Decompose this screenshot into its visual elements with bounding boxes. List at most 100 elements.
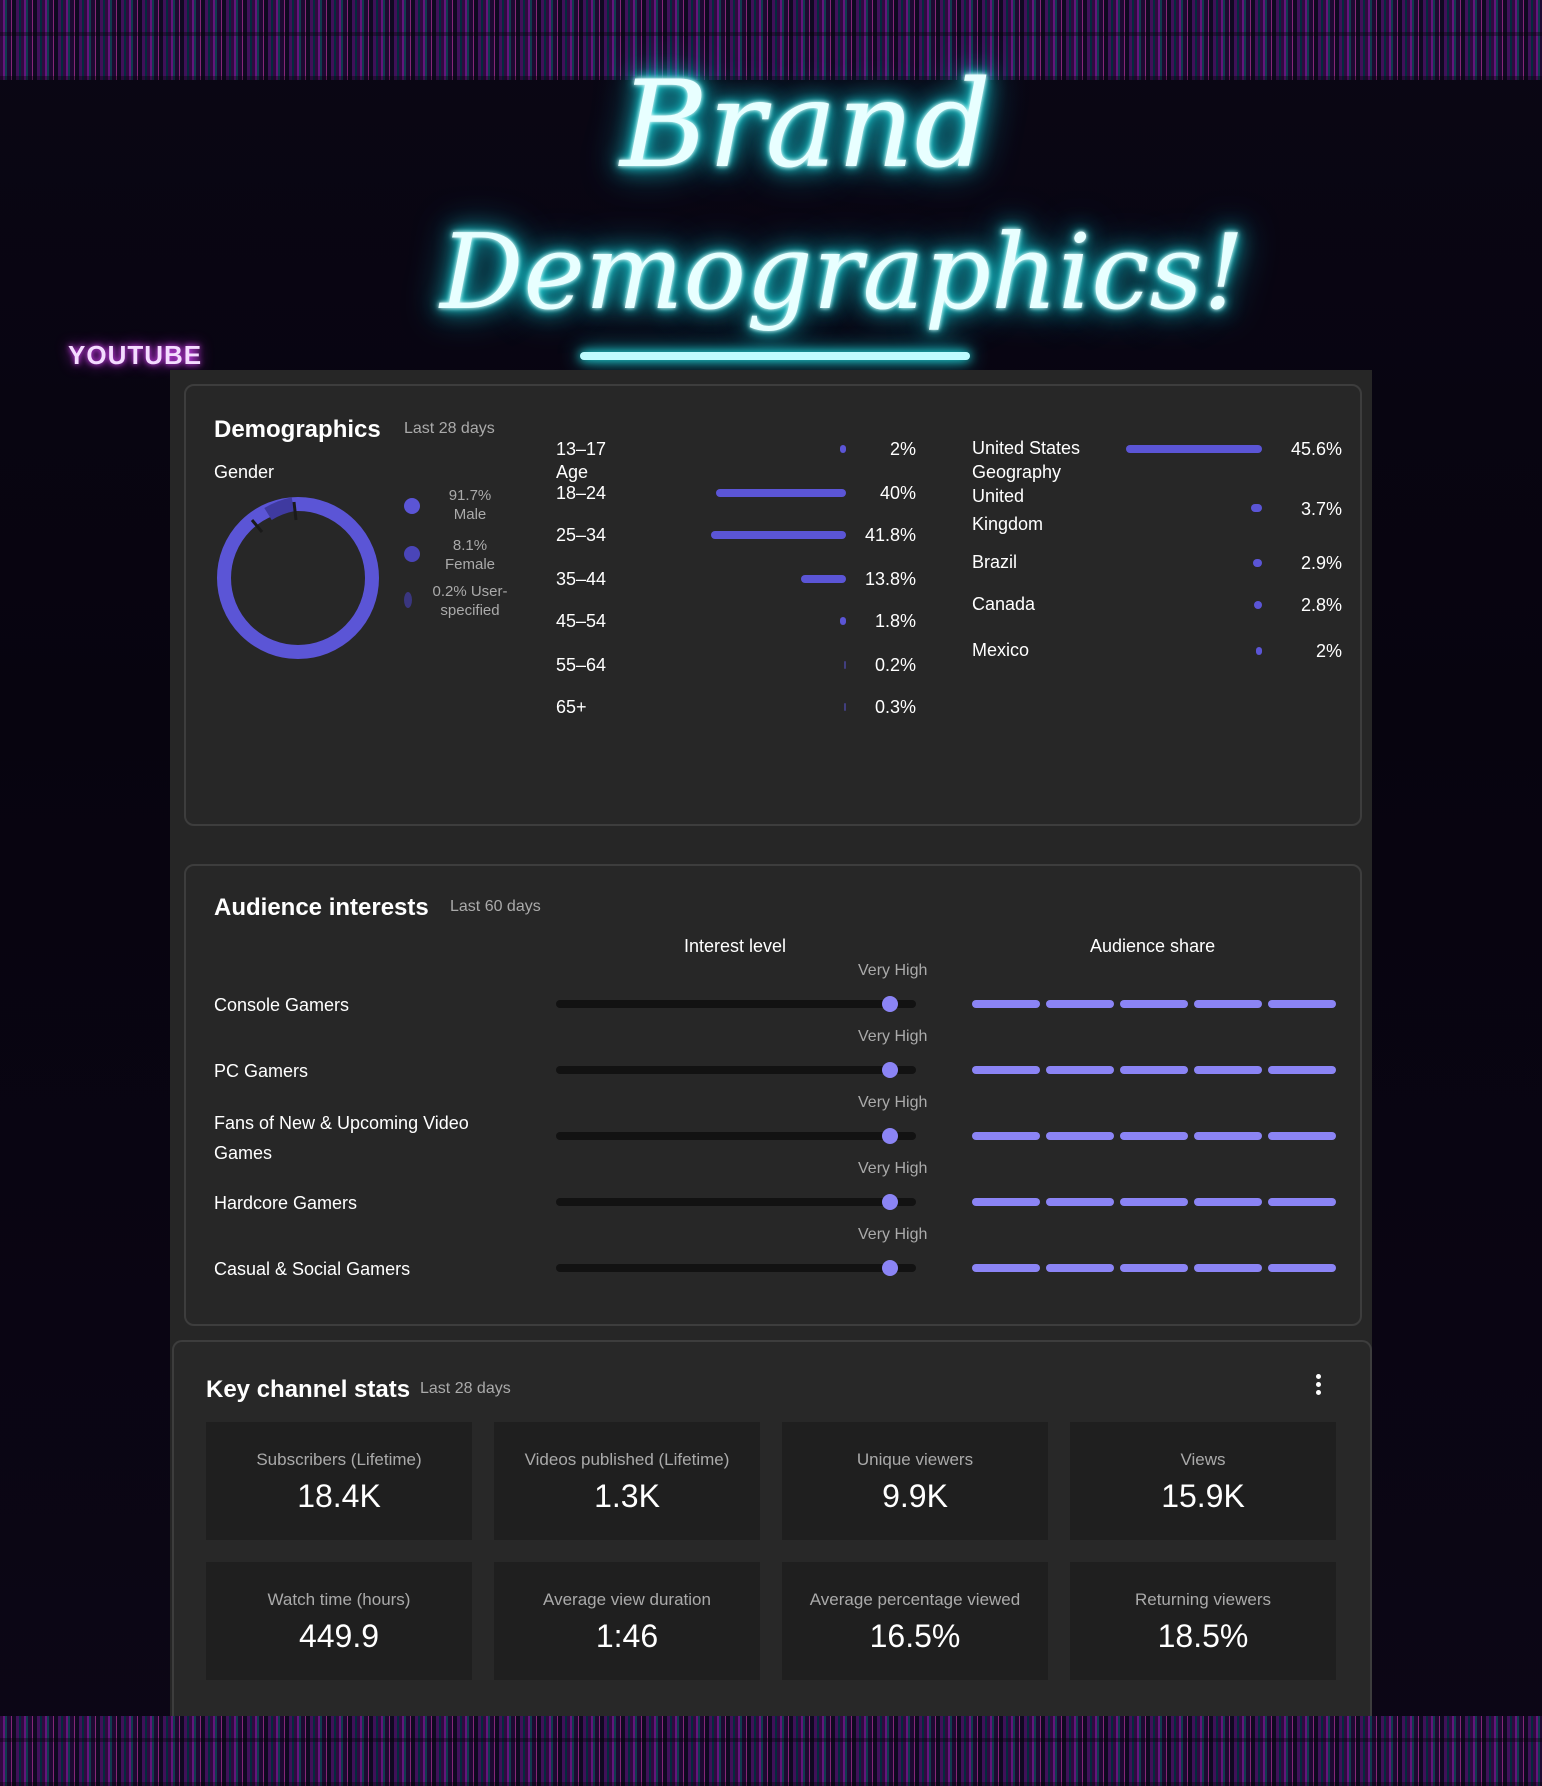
interest-row-label: Console Gamers bbox=[214, 995, 350, 1015]
audience-share-segment bbox=[1268, 1066, 1336, 1074]
geography-row: United Kingdom 3.7% bbox=[972, 482, 1342, 534]
interest-level-text: Very High bbox=[858, 1028, 928, 1045]
geography-row-label: Mexico bbox=[972, 640, 1030, 660]
geography-row: Canada 2.8% bbox=[972, 590, 1342, 620]
geography-row-label: United Kingdom bbox=[972, 486, 1044, 534]
interest-level-text: Very High bbox=[858, 1160, 928, 1177]
interest-level-track bbox=[556, 1062, 916, 1078]
geography-row-bar bbox=[1250, 504, 1262, 512]
age-row-bar bbox=[710, 531, 846, 539]
age-row-value: 2% bbox=[889, 439, 916, 459]
legend-female-name: Female bbox=[444, 556, 496, 573]
demographics-period: Last 28 days bbox=[404, 420, 495, 437]
interests-period: Last 60 days bbox=[450, 898, 541, 915]
age-row-value: 40% bbox=[879, 483, 916, 503]
age-row: 13–17 2% bbox=[556, 434, 916, 464]
stat-tile: Subscribers (Lifetime) 18.4K bbox=[206, 1422, 472, 1540]
demographics-card: Demographics Last 28 days Gender 91.7% M… bbox=[184, 384, 1362, 826]
legend-user-specified: 0.2% User- specified bbox=[410, 582, 530, 620]
audience-share-segment bbox=[972, 1264, 1040, 1272]
legend-user-specified-value: 0.2% User- bbox=[432, 583, 508, 600]
neon-title-line2: Demographics! bbox=[440, 211, 1245, 333]
age-row-bar bbox=[801, 575, 846, 583]
donut-divider bbox=[292, 501, 298, 521]
audience-share-segment bbox=[1046, 1264, 1114, 1272]
interest-row-label: PC Gamers bbox=[214, 1061, 309, 1081]
gender-heading: Gender bbox=[214, 462, 275, 482]
age-row-label: 18–24 bbox=[556, 483, 607, 503]
donut-male-segment bbox=[217, 497, 379, 659]
audience-share-segment bbox=[1046, 1132, 1114, 1140]
stat-tile-value: 15.9K bbox=[1161, 1478, 1245, 1514]
legend-female-value: 8.1% bbox=[452, 537, 488, 554]
audience-share-segment bbox=[1120, 1000, 1188, 1008]
stat-tile: Returning viewers 18.5% bbox=[1070, 1562, 1336, 1680]
interest-row-label: Casual & Social Gamers bbox=[214, 1259, 411, 1279]
stats-period: Last 28 days bbox=[420, 1380, 511, 1397]
age-row-value: 0.3% bbox=[874, 697, 916, 717]
stat-tile-value: 9.9K bbox=[882, 1478, 948, 1514]
legend-female: 8.1% Female bbox=[410, 536, 530, 574]
audience-share-segment bbox=[1194, 1132, 1262, 1140]
age-row-label: 13–17 bbox=[556, 439, 607, 459]
age-row: 35–44 13.8% bbox=[556, 564, 916, 594]
age-row-value: 41.8% bbox=[864, 525, 916, 545]
audience-share-segment bbox=[1120, 1066, 1188, 1074]
stat-tile-label: Views bbox=[1180, 1450, 1226, 1469]
neon-underline bbox=[580, 352, 970, 360]
interest-row: Fans of New & Upcoming Video Games Very H… bbox=[186, 1094, 1364, 1163]
stat-tile: Views 15.9K bbox=[1070, 1422, 1336, 1540]
age-row-bar bbox=[839, 445, 846, 453]
audience-share-segment bbox=[1120, 1198, 1188, 1206]
legend-user-specified-name: specified bbox=[440, 602, 500, 619]
age-row-label: 55–64 bbox=[556, 655, 607, 675]
geography-row-label: Canada bbox=[972, 594, 1036, 614]
interest-level-indicator bbox=[882, 996, 898, 1012]
age-row: 45–54 1.8% bbox=[556, 606, 916, 636]
audience-share-segment bbox=[972, 1132, 1040, 1140]
audience-share-header: Audience share bbox=[1090, 936, 1216, 956]
geography-row: Mexico 2% bbox=[972, 636, 1342, 666]
stat-tile-value: 1:46 bbox=[595, 1618, 659, 1654]
interest-row: Casual & Social Gamers Very High bbox=[186, 1226, 1364, 1286]
legend-male-name: Male bbox=[453, 506, 487, 523]
interest-level-indicator bbox=[882, 1260, 898, 1276]
stat-tile: Watch time (hours) 449.9 bbox=[206, 1562, 472, 1680]
stat-tile-value: 16.5% bbox=[869, 1618, 961, 1654]
interest-row: PC Gamers Very High bbox=[186, 1028, 1364, 1088]
brand-demographics-neon-title: Brand Demographics! bbox=[400, 36, 1245, 416]
geography-row-value: 2.9% bbox=[1300, 553, 1342, 573]
audience-interests-card: Audience interests Last 60 days Interest… bbox=[184, 864, 1362, 1326]
interest-level-text: Very High bbox=[858, 962, 928, 979]
age-row-label: 35–44 bbox=[556, 569, 607, 589]
interest-level-text: Very High bbox=[858, 1094, 928, 1111]
geography-row: United States 45.6% bbox=[972, 434, 1342, 464]
audience-share-segment bbox=[1120, 1132, 1188, 1140]
more-options-icon[interactable] bbox=[1316, 1374, 1322, 1398]
interest-level-indicator bbox=[882, 1194, 898, 1210]
interest-level-text: Very High bbox=[858, 1226, 928, 1243]
stats-title: Key channel stats bbox=[206, 1376, 411, 1403]
gender-donut-chart bbox=[217, 497, 379, 659]
age-row-label: 65+ bbox=[556, 697, 587, 717]
geography-heading: Geography bbox=[972, 462, 1062, 482]
interest-level-indicator bbox=[882, 1062, 898, 1078]
audience-share-segment bbox=[1194, 1066, 1262, 1074]
geography-row-value: 3.7% bbox=[1300, 499, 1342, 519]
audience-share-segment bbox=[1268, 1000, 1336, 1008]
geography-row-bar bbox=[1253, 559, 1262, 567]
interest-level-header: Interest level bbox=[684, 936, 787, 956]
stat-tile: Average view duration 1:46 bbox=[494, 1562, 760, 1680]
audience-share-segment bbox=[1268, 1264, 1336, 1272]
age-row-value: 1.8% bbox=[874, 611, 916, 631]
audience-share-segment bbox=[972, 1198, 1040, 1206]
interest-row: Console Gamers Very High bbox=[186, 962, 1364, 1022]
stat-tile-value: 18.5% bbox=[1157, 1618, 1249, 1654]
platform-label: YOUTUBE bbox=[68, 340, 203, 370]
donut-female-segment bbox=[264, 497, 295, 521]
age-row-bar bbox=[716, 489, 846, 497]
audience-share-segment bbox=[972, 1000, 1040, 1008]
interest-row: Hardcore Gamers Very High bbox=[186, 1160, 1364, 1220]
stat-tile-label: Watch time (hours) bbox=[267, 1590, 411, 1609]
interest-row-label: Fans of New & Upcoming Video Games bbox=[214, 1113, 469, 1163]
